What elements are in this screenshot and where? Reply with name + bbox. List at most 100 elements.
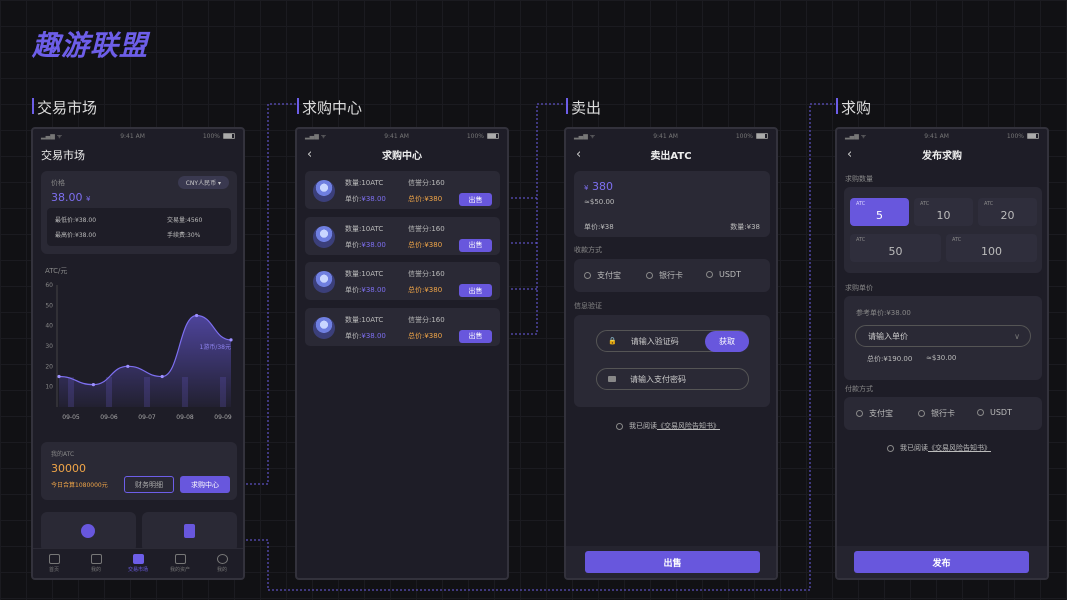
post-approx: ≈$30.00 xyxy=(926,354,957,362)
unit-price-card: 参考单价:¥38.00 请输入单价 ∨ 总价:¥190.00 ≈$30.00 xyxy=(844,296,1042,380)
qty-option-20[interactable]: ATC 20 xyxy=(978,198,1037,226)
qty-option-100[interactable]: ATC 100 xyxy=(946,234,1037,262)
buy-center-button[interactable]: 求购中心 xyxy=(180,476,230,493)
chat-icon xyxy=(81,524,95,538)
wallet-icon xyxy=(174,554,186,564)
battery-text: 100% xyxy=(1006,132,1024,140)
sell-amount: ¥ 380 xyxy=(584,180,613,193)
signal-icon: ▂▄▆ ᯤ xyxy=(845,133,867,140)
sell-button[interactable]: 出售 xyxy=(459,284,492,297)
y-tick-label: 10 xyxy=(45,384,53,391)
item-score: 信誉分:160 xyxy=(408,224,445,233)
agree-row[interactable]: 我已阅读《交易风险告知书》 xyxy=(616,421,720,431)
status-time: 9:41 AM xyxy=(653,132,678,140)
battery-text: 100% xyxy=(466,132,484,140)
tab-profile[interactable]: 我的 xyxy=(202,549,242,578)
phone-post-buy: ▂▄▆ ᯤ 9:41 AM 100% ‹ 发布求购 求购数量 ATC 5 ATC 10 A… xyxy=(835,127,1049,580)
pay-alipay[interactable]: 支付宝 xyxy=(856,408,893,419)
pay-bank[interactable]: 银行卡 xyxy=(646,270,683,281)
battery-icon xyxy=(1027,133,1039,139)
coin-icon xyxy=(313,180,335,202)
item-qty: 数量:10ATC xyxy=(345,315,384,324)
qty-option-10[interactable]: ATC 10 xyxy=(914,198,973,226)
page-title: 交易市场 xyxy=(41,149,85,162)
y-tick-label: 20 xyxy=(45,363,53,370)
item-unit-price: 单价:¥38.00 xyxy=(345,240,386,249)
agree-row[interactable]: 我已阅读《交易风险告知书》 xyxy=(887,443,991,453)
currency-select[interactable]: CNY人民币 ▾ xyxy=(177,176,229,189)
risk-link[interactable]: 《交易风险告知书》 xyxy=(928,444,991,452)
page-title: 发布求购 xyxy=(922,150,962,162)
post-submit-button[interactable]: 发布 xyxy=(854,551,1029,573)
data-point xyxy=(229,338,233,342)
sell-button[interactable]: 出售 xyxy=(459,329,492,343)
post-total: 总价:¥190.00 xyxy=(867,355,913,363)
battery-icon xyxy=(223,133,235,139)
item-unit-price: 单价:¥38.00 xyxy=(345,286,386,294)
y-tick-label: 60 xyxy=(45,282,53,289)
data-point xyxy=(91,383,95,387)
item-total: 总价:¥380 xyxy=(408,286,443,294)
back-chevron-icon[interactable]: ‹ xyxy=(576,147,581,162)
data-point xyxy=(195,313,199,318)
back-chevron-icon[interactable]: ‹ xyxy=(307,147,312,162)
coin-icon xyxy=(313,271,335,293)
area-fill xyxy=(59,315,231,407)
signal-icon: ▂▄▆ ᯤ xyxy=(305,133,327,140)
battery-text: 100% xyxy=(735,132,753,140)
get-code-button[interactable]: 获取 xyxy=(705,331,749,352)
tab-assets[interactable]: 我的资产 xyxy=(160,549,200,578)
phone-buy-center: ▂▄▆ ᯤ 9:41 AM 100% ‹ 求购中心 数量:10ATC 信誉分:160 … xyxy=(295,127,509,580)
price-chart: 10 20 30 40 50 60 09-05 09-06 09-07 09-08 09-09 1游币… xyxy=(45,282,233,421)
pay-usdt[interactable]: USDT xyxy=(977,408,1012,417)
tab-home[interactable]: 首页 xyxy=(34,549,74,578)
pay-alipay[interactable]: 支付宝 xyxy=(584,270,621,281)
building-icon xyxy=(90,554,102,564)
data-point xyxy=(57,374,61,379)
sell-submit-button[interactable]: 出售 xyxy=(585,551,760,573)
battery-icon xyxy=(756,133,768,139)
phone-sell: ▂▄▆ ᯤ 9:41 AM 100% ‹ 卖出ATC ¥ 380 ≈$50.00 单价… xyxy=(564,127,778,580)
item-score: 信誉分:160 xyxy=(408,270,445,278)
page-title: 求购中心 xyxy=(382,150,422,162)
today-total: 今日合算1080000元 xyxy=(51,482,108,489)
tab-mine[interactable]: 我的 xyxy=(76,549,116,578)
sell-unit-price: 单价:¥38 xyxy=(584,223,614,231)
item-total: 总价:¥380 xyxy=(408,240,443,249)
buy-item: 数量:10ATC 信誉分:160 单价:¥38.00 总价:¥380 出售 xyxy=(305,307,500,346)
my-atc-label: 我的ATC xyxy=(51,451,75,458)
sell-button[interactable]: 出售 xyxy=(459,238,492,252)
pay-password-input[interactable]: 请输入支付密码 xyxy=(596,368,749,390)
status-time: 9:41 AM xyxy=(384,132,409,140)
chart-annotation: 1游币/38元 xyxy=(200,343,231,351)
qty-option-5[interactable]: ATC 5 xyxy=(850,198,909,226)
buy-item: 数量:10ATC 信誉分:160 单价:¥38.00 总价:¥380 出售 xyxy=(305,262,500,300)
page-title: 卖出ATC xyxy=(650,150,692,162)
qty-option-50[interactable]: ATC 50 xyxy=(850,234,941,262)
pay-bank[interactable]: 银行卡 xyxy=(918,408,955,419)
item-qty: 数量:10ATC xyxy=(345,270,384,278)
y-tick-label: 50 xyxy=(45,302,53,309)
verify-label: 信息验证 xyxy=(574,302,602,310)
sell-button[interactable]: 出售 xyxy=(459,193,492,206)
card-icon xyxy=(608,376,616,382)
verify-card: 🔒 请输入验证码 获取 请输入支付密码 xyxy=(574,315,770,407)
user-icon xyxy=(216,554,228,564)
unit-price-input[interactable]: 请输入单价 ∨ xyxy=(855,325,1031,347)
pay-usdt[interactable]: USDT xyxy=(706,270,741,279)
radio-icon xyxy=(616,422,623,430)
shortcut-card-1[interactable] xyxy=(41,512,136,552)
shortcut-card-2[interactable] xyxy=(142,512,237,552)
battery-text: 100% xyxy=(202,132,220,140)
radio-icon xyxy=(584,272,591,279)
back-chevron-icon[interactable]: ‹ xyxy=(847,147,852,162)
tab-market[interactable]: 交易市场 xyxy=(118,549,158,578)
my-atc-card: 我的ATC 30000 今日合算1080000元 财务明细 求购中心 xyxy=(41,442,237,500)
risk-link[interactable]: 《交易风险告知书》 xyxy=(657,422,720,430)
data-point xyxy=(126,364,130,368)
data-point xyxy=(160,374,164,379)
battery-icon xyxy=(487,133,499,139)
status-bar: ▂▄▆ ᯤ 9:41 AM 100% xyxy=(837,129,1047,143)
status-time: 9:41 AM xyxy=(120,132,145,140)
finance-detail-button[interactable]: 财务明细 xyxy=(124,476,174,493)
